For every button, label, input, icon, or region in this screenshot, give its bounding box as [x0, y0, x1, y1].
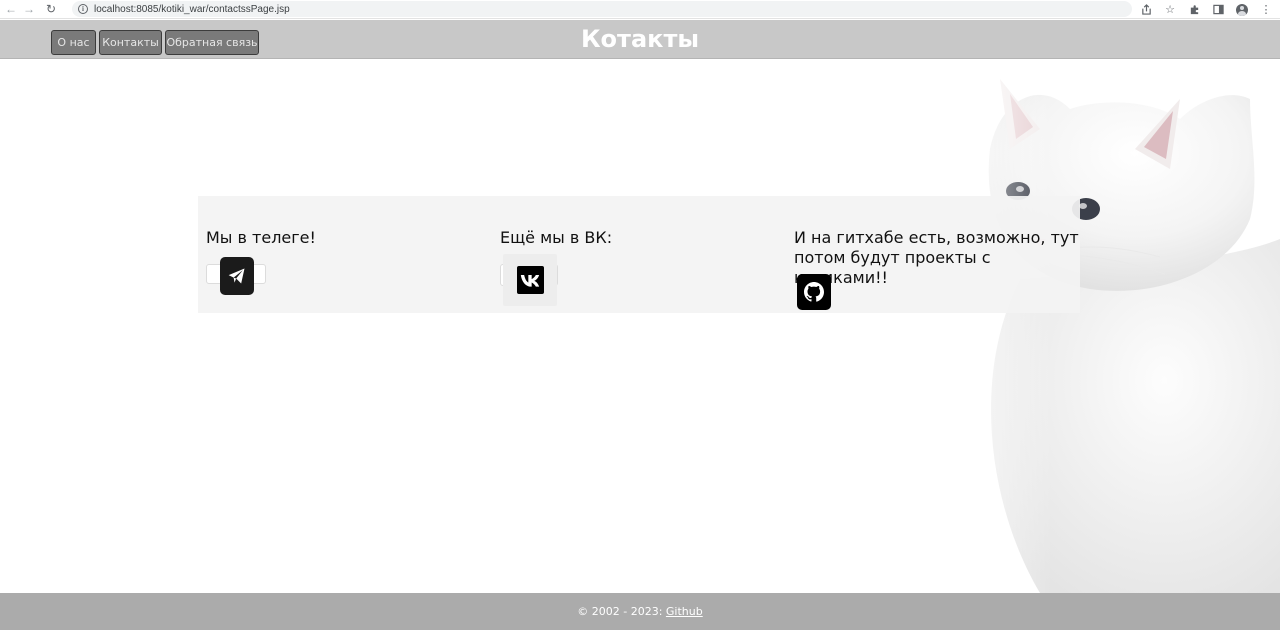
star-icon[interactable]: ☆ — [1164, 4, 1176, 16]
cat-background-image — [930, 59, 1280, 593]
contacts-panel: Мы в телеге! Ещё мы в ВК: И на гитхабе е… — [198, 196, 1080, 313]
sidepanel-icon[interactable] — [1212, 4, 1224, 16]
site-header: О нас Контакты Обратная связь Котакты — [0, 20, 1280, 59]
footer-copyright: © 2002 - 2023: — [577, 605, 666, 618]
url-text: localhost:8085/kotiki_war/contactssPage.… — [94, 3, 290, 15]
info-icon[interactable]: i — [78, 4, 88, 14]
telegram-heading: Мы в телеге! — [206, 228, 316, 247]
site-footer: © 2002 - 2023: Github — [0, 593, 1280, 630]
extensions-icon[interactable] — [1188, 4, 1200, 16]
contact-github: И на гитхабе есть, возможно, тут потом б… — [794, 228, 1080, 288]
github-heading-line1: И на гитхабе есть, возможно, тут — [794, 228, 1079, 247]
forward-icon[interactable]: → — [18, 0, 40, 19]
page-title: Котакты — [580, 25, 700, 53]
address-bar[interactable]: i localhost:8085/kotiki_war/contactssPag… — [72, 1, 1132, 17]
share-icon[interactable] — [1140, 4, 1152, 16]
github-icon[interactable] — [797, 274, 831, 310]
vk-icon — [516, 266, 544, 294]
contact-vk: Ещё мы в ВК: — [500, 228, 612, 248]
contact-telegram: Мы в телеге! — [206, 228, 316, 248]
footer-github-link[interactable]: Github — [666, 605, 703, 618]
reload-icon[interactable]: ↻ — [40, 0, 62, 19]
menu-kebab-icon[interactable]: ⋮ — [1260, 4, 1272, 16]
github-heading-line2: потом будут проекты с котиками!! — [794, 248, 991, 287]
telegram-icon[interactable] — [220, 257, 254, 295]
profile-avatar-icon[interactable] — [1236, 3, 1248, 16]
vk-heading: Ещё мы в ВК: — [500, 228, 613, 247]
browser-toolbar: ← → ↻ i localhost:8085/kotiki_war/contac… — [0, 0, 1280, 19]
vk-link[interactable] — [503, 254, 557, 306]
